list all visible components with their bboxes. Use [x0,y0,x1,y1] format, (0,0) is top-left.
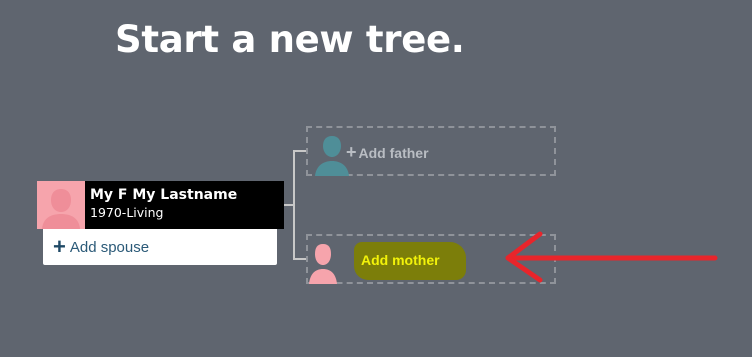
person-dates: 1970-Living [90,205,164,220]
person-card[interactable]: My F My Lastname 1970-Living [37,181,284,229]
person-name: My F My Lastname [90,187,238,203]
plus-icon: + [53,234,66,259]
add-spouse-label: Add spouse [69,238,150,256]
female-avatar-icon [37,181,85,229]
male-silhouette-icon [314,134,350,176]
add-mother-label: Add mother [361,252,440,268]
arrow-left-icon [505,231,718,283]
connector-vertical [293,150,295,260]
connector-to-father [293,150,307,152]
plus-icon: + [346,142,357,162]
connector-to-mother [293,258,307,260]
add-father-label: + Add father [346,142,429,162]
add-father-button[interactable]: + Add father [306,126,556,176]
add-spouse-button[interactable]: + Add spouse [43,229,277,265]
page-title: Start a new tree. [115,18,465,61]
female-silhouette-icon [308,242,338,284]
